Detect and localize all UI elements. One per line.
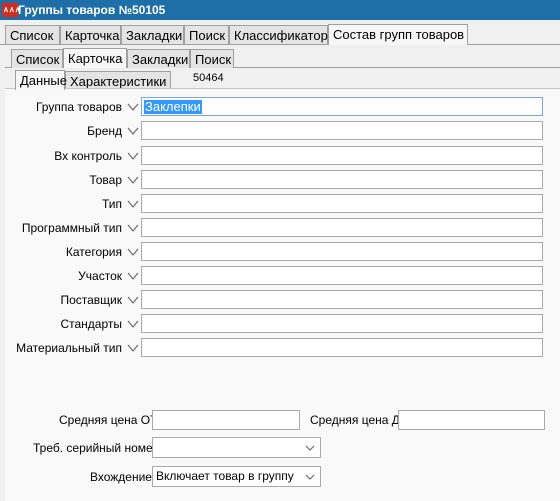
chevron-down-icon[interactable] [127,125,139,137]
chevron-down-icon[interactable] [127,101,139,113]
supplier-field[interactable] [141,290,543,309]
standards-field[interactable] [141,314,543,333]
subtab-spisok[interactable]: Список [11,49,63,68]
program-type-field[interactable] [141,218,543,237]
chevron-down-icon[interactable] [127,174,139,186]
section-field[interactable] [141,266,543,285]
chevron-down-icon[interactable] [127,270,139,282]
chevron-down-icon[interactable] [127,246,139,258]
field-label: Программный тип [21,221,122,235]
field-label: Поставщик [60,293,122,307]
serial-select[interactable] [152,437,321,458]
inclusion-label: Вхождение [90,470,152,484]
tab-spisok[interactable]: Список [5,25,60,44]
app-logo-icon: ∧∧∧ [2,3,21,17]
price-to-label: Средняя цена ДО [310,413,410,427]
field-label: Бренд [87,124,122,138]
chevron-down-icon[interactable] [127,150,139,162]
price-to-input[interactable] [398,410,545,430]
field-label: Стандарты [60,317,122,331]
group-field[interactable]: Заклепки [141,97,543,116]
record-code: 50464 [193,72,224,84]
product-field[interactable] [141,170,543,189]
tab-zakladki[interactable]: Закладки [121,25,184,44]
brand-field[interactable] [141,121,543,140]
tab-klassifikator[interactable]: Классификатор [229,25,328,44]
price-from-input[interactable] [152,410,300,430]
tab-sostav-grupp[interactable]: Состав групп товаров [328,24,468,45]
chevron-down-icon[interactable] [127,342,139,354]
subtab-poisk[interactable]: Поиск [190,49,234,68]
price-from-label: Средняя цена ОТ [59,413,158,427]
type-field[interactable] [141,194,543,213]
tab-poisk[interactable]: Поиск [184,25,229,44]
field-label: Категория [65,245,122,259]
chevron-down-icon[interactable] [305,443,315,453]
chevron-down-icon[interactable] [305,472,315,482]
inclusion-select[interactable]: Включает товар в группу [152,466,321,487]
field-label: Группа товаров [35,100,122,114]
chevron-down-icon[interactable] [127,318,139,330]
subtab-zakladki[interactable]: Закладки [127,49,190,68]
window-titlebar: ∧∧∧ Группы товаров №50105 [0,0,560,20]
material-type-field[interactable] [141,338,543,357]
field-label: Материальный тип [16,341,122,355]
field-label: Тип [101,197,122,211]
category-field[interactable] [141,242,543,261]
field-label: Товар [89,173,122,187]
window-title: Группы товаров №50105 [18,3,166,17]
incoming-control-field[interactable] [141,146,543,165]
field-value[interactable]: Заклепки [144,100,202,114]
chevron-down-icon[interactable] [127,198,139,210]
field-label: Участок [78,269,122,283]
innertab-dannye[interactable]: Данные [15,70,67,90]
inclusion-value: Включает товар в группу [156,469,294,483]
chevron-down-icon[interactable] [127,222,139,234]
chevron-down-icon[interactable] [127,294,139,306]
tab-kartochka[interactable]: Карточка [60,25,121,44]
serial-label: Треб. серийный номер [33,441,160,455]
subtab-kartochka[interactable]: Карточка [63,48,127,68]
field-label: Вх контроль [54,149,122,163]
